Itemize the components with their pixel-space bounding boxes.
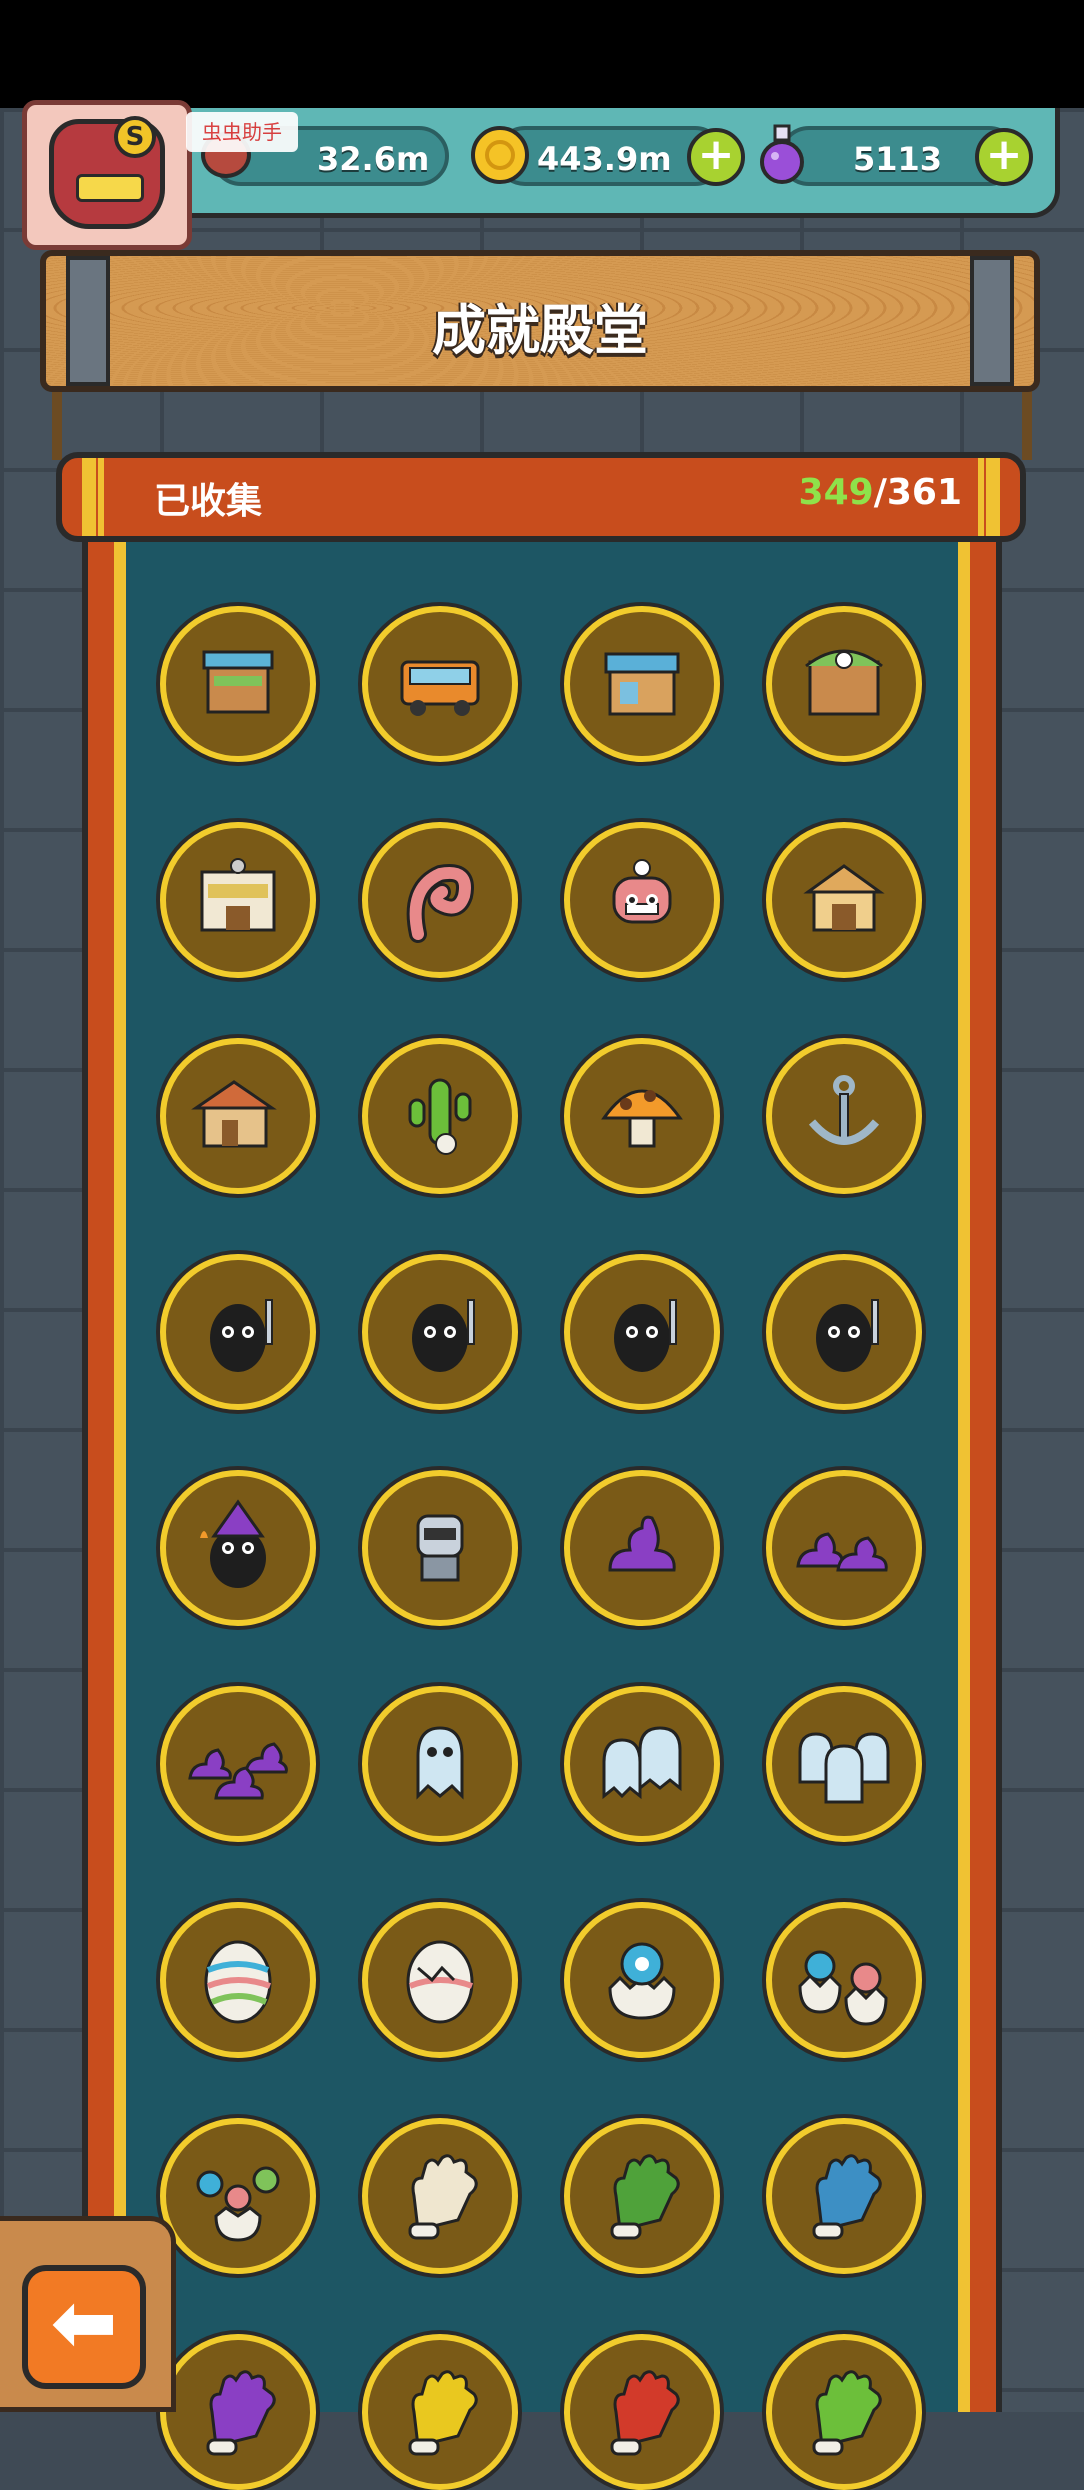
purple-goo-1-icon [608,1515,676,1572]
achievement-badge-ghost-3[interactable] [766,1686,922,1842]
header-stripe [978,458,984,536]
blob-gun-icon [412,1299,475,1372]
ghost-1-icon [416,1726,464,1800]
achievement-badge-anchor[interactable] [766,1038,922,1194]
purple-glove-icon [206,2370,276,2456]
achievement-badge-monster-shop[interactable] [766,606,922,762]
achievement-badge-barn[interactable] [766,822,922,978]
achievement-badge-purple-goo-2[interactable] [766,1470,922,1626]
purple-goo-2-icon [796,1532,888,1572]
hatching-egg-icon [608,1942,676,2020]
header-stripe [986,458,1000,536]
egg-icon [204,1940,272,2024]
potion-value: 5113 [853,140,943,178]
collected-total: 361 [886,472,962,513]
page-title: 成就殿堂 [432,299,648,362]
robot-soldier-icon [416,1514,464,1582]
achievement-badge-ghost-2[interactable] [564,1686,720,1842]
avatar-teeth [76,174,144,202]
achievement-badge-blue-glove[interactable] [766,2118,922,2274]
food-truck-icon [400,660,480,716]
achievement-badge-chef-monster[interactable] [564,822,720,978]
gold-value: 443.9m [537,140,672,178]
cracked-egg-icon [406,1940,474,2024]
market-shop-icon [604,652,680,716]
monster-avatar-icon: S [49,116,165,229]
collection-header: 已收集 349/361 [56,452,1026,542]
yellow-glove-icon [408,2370,478,2456]
achievement-badge-green-glove[interactable] [564,2118,720,2274]
achievement-badge-red-glove[interactable] [564,2334,720,2490]
farmhouse-icon [191,1080,277,1148]
collected-current: 349 [798,472,874,513]
achievement-badge-tentacle[interactable] [362,822,518,978]
collected-separator: / [873,472,887,513]
status-bar [0,0,1084,108]
monster-shop-icon [805,649,883,716]
white-glove-icon [408,2154,478,2240]
achievement-badge-hatching-eggs-2[interactable] [766,1902,922,2058]
tentacle-icon [406,864,474,943]
achievement-badge-white-glove[interactable] [362,2118,518,2274]
blob-knife-icon [210,1299,273,1372]
potion-icon [760,124,804,184]
achievement-badge-cracked-egg[interactable] [362,1902,518,2058]
collected-count: 349/361 [799,472,962,513]
green-glove-icon [610,2154,680,2240]
grand-store-icon [200,858,276,932]
achievement-badge-ghost-1[interactable] [362,1686,518,1842]
achievement-badge-egg[interactable] [160,1902,316,2058]
blob-wizard-icon [200,1499,266,1588]
barn-icon [803,864,885,932]
achievement-badge-market-shop[interactable] [564,606,720,762]
cactus-skull-icon [408,1078,472,1155]
gold-coin-icon [471,126,529,184]
collected-label: 已收集 [154,481,263,522]
back-button-frame: ⬅ [0,2216,176,2412]
achievement-badge-purple-goo-1[interactable] [564,1470,720,1626]
achievement-badge-blob-gun[interactable] [362,1254,518,1410]
title-sign: 成就殿堂 [40,250,1040,392]
add-potion-button[interactable]: + [975,128,1033,186]
achievement-badge-mushroom[interactable] [564,1038,720,1194]
wooden-stall-icon [202,650,274,714]
blob-sword-icon [816,1299,879,1372]
achievement-badge-yellow-glove[interactable] [362,2334,518,2490]
ghost-2-icon [602,1726,682,1800]
header-stripe [82,458,96,536]
achievement-badge-hatching-eggs-3[interactable] [160,2118,316,2274]
player-avatar[interactable]: S [22,100,192,250]
achievement-badge-hatching-egg[interactable] [564,1902,720,2058]
avatar-rank-badge: S [114,116,156,158]
chef-monster-icon [612,859,672,924]
rainbow-glove-icon [812,2370,882,2456]
achievement-badge-purple-goo-3[interactable] [160,1686,316,1842]
achievement-badge-blob-knife[interactable] [160,1254,316,1410]
achievement-badge-blob-cleaver[interactable] [564,1254,720,1410]
hatching-eggs-3-icon [196,2166,280,2242]
achievement-badge-rainbow-glove[interactable] [766,2334,922,2490]
achievement-badge-blob-wizard[interactable] [160,1470,316,1626]
blue-glove-icon [812,2154,882,2240]
ghost-3-icon [798,1732,890,1804]
achievement-badge-cactus-skull[interactable] [362,1038,518,1194]
achievement-badge-farmhouse[interactable] [160,1038,316,1194]
achievement-badge-purple-glove[interactable] [160,2334,316,2490]
back-button[interactable]: ⬅ [22,2265,146,2389]
purple-goo-3-icon [188,1742,288,1800]
hatching-eggs-2-icon [798,1950,888,2026]
achievement-badge-blob-sword[interactable] [766,1254,922,1410]
anchor-icon [808,1075,880,1145]
blob-cleaver-icon [614,1299,677,1372]
achievement-badge-wooden-stall[interactable] [160,606,316,762]
mushroom-icon [601,1089,683,1148]
achievement-badge-robot-soldier[interactable] [362,1470,518,1626]
add-gold-button[interactable]: + [687,128,745,186]
header-stripe [98,458,104,536]
red-glove-icon [610,2370,680,2456]
helper-app-tag[interactable]: 虫虫助手 [186,112,298,152]
achievement-badge-food-truck[interactable] [362,606,518,762]
achievement-badge-grand-store[interactable] [160,822,316,978]
meat-value: 32.6m [317,140,430,178]
